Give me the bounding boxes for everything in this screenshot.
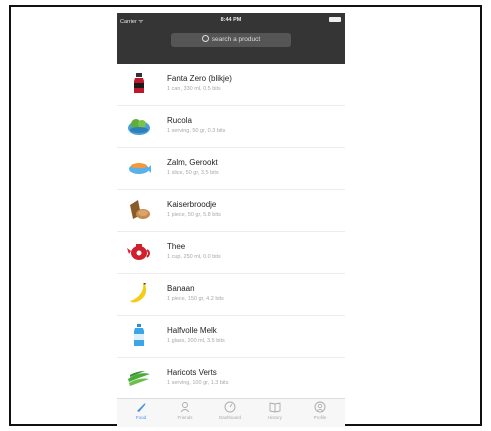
product-detail: 1 glass, 200 ml, 3.5 bits (167, 338, 225, 344)
soda-bottle-icon (134, 73, 144, 93)
banana-icon (130, 283, 147, 303)
product-detail: 1 serving, 100 gr, 1.3 bits (167, 380, 229, 386)
tab-food[interactable]: Food (122, 401, 160, 427)
list-item[interactable]: Rucola 1 serving, 50 gr, 0.3 bits (117, 106, 345, 148)
list-item[interactable]: Halfvolle Melk 1 glass, 200 ml, 3.5 bits (117, 316, 345, 358)
tab-label: Dashboard (218, 415, 241, 420)
list-item[interactable]: Banaan 1 piece, 150 gr, 4.2 bits (117, 274, 345, 316)
product-name: Halfvolle Melk (167, 326, 217, 335)
salad-icon (128, 119, 150, 135)
product-name: Rucola (167, 116, 192, 125)
search-icon (201, 35, 209, 42)
tab-profile[interactable]: Profile (301, 401, 339, 427)
product-detail: 1 slice, 50 gr, 3.5 bits (167, 170, 219, 176)
battery-icon (329, 17, 341, 22)
tab-dashboard[interactable]: Dashboard (211, 401, 249, 427)
fish-icon (129, 163, 151, 174)
history-icon (269, 402, 281, 413)
product-name: Banaan (167, 284, 195, 293)
product-detail: 1 piece, 150 gr, 4.2 bits (167, 296, 224, 302)
tab-label: History (267, 415, 282, 420)
tab-label: Friends (177, 415, 193, 420)
product-detail: 1 piece, 50 gr, 5.8 bits (167, 212, 221, 218)
tab-friends[interactable]: Friends (166, 401, 204, 427)
friends-icon (180, 402, 190, 413)
tab-label: Food (135, 415, 147, 420)
product-detail: 1 can, 330 ml, 0.5 bits (167, 86, 221, 92)
green-beans-icon (128, 371, 150, 386)
product-name: Haricots Verts (167, 368, 217, 377)
list-item[interactable]: Zalm, Gerookt 1 slice, 50 gr, 3.5 bits (117, 148, 345, 190)
list-item[interactable]: Thee 1 cup, 250 ml, 0.0 bits (117, 232, 345, 274)
tab-label: Profile (313, 415, 327, 420)
food-icon (137, 403, 146, 412)
milk-carton-icon (134, 324, 144, 346)
status-bar: Carrier ᯤ 8:44 PM (117, 13, 345, 26)
product-name: Zalm, Gerookt (167, 158, 218, 167)
teapot-icon (127, 244, 150, 260)
list-item[interactable]: Haricots Verts 1 serving, 100 gr, 1.3 bi… (117, 358, 345, 400)
product-name: Kaiserbroodje (167, 200, 217, 209)
product-detail: 1 cup, 250 ml, 0.0 bits (167, 254, 221, 260)
dashboard-icon (224, 401, 236, 413)
bread-roll-icon (130, 200, 150, 219)
search-bar: search a product (117, 26, 345, 64)
search-input[interactable]: search a product (171, 33, 291, 47)
product-name: Fanta Zero (blikje) (167, 74, 232, 83)
product-list: Fanta Zero (blikje) 1 can, 330 ml, 0.5 b… (117, 64, 345, 400)
list-item[interactable]: Kaiserbroodje 1 piece, 50 gr, 5.8 bits (117, 190, 345, 232)
list-item[interactable]: Fanta Zero (blikje) 1 can, 330 ml, 0.5 b… (117, 64, 345, 106)
search-placeholder: search a product (211, 36, 261, 43)
product-name: Thee (167, 242, 186, 251)
profile-icon (314, 401, 326, 413)
tab-bar: Food Friends Dashboard History Profile (117, 398, 345, 427)
clock: 8:44 PM (220, 16, 242, 23)
app-screen: Carrier ᯤ 8:44 PM search a product Fanta… (117, 13, 345, 427)
product-detail: 1 serving, 50 gr, 0.3 bits (167, 128, 226, 134)
tab-history[interactable]: History (256, 401, 294, 427)
